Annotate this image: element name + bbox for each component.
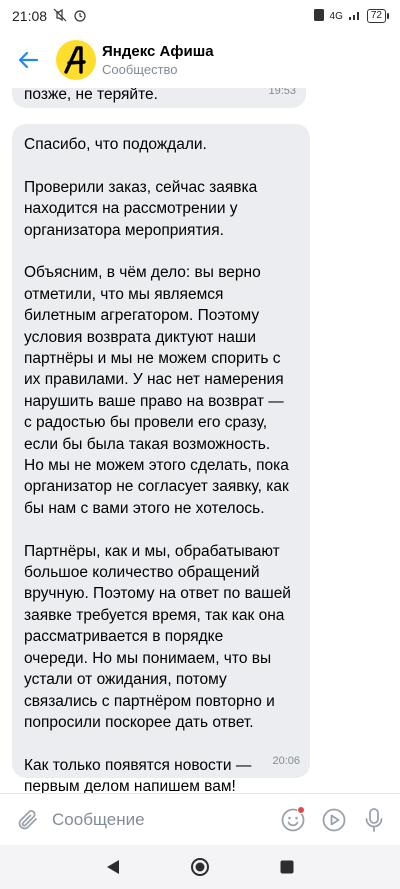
message-paragraph: Проверили заказ, сейчас заявка находится… [24, 178, 258, 239]
notification-dot [297, 805, 306, 814]
message-time: 19:53 [268, 88, 296, 97]
battery-level: 72 [370, 10, 382, 21]
voice-button[interactable] [354, 794, 394, 846]
status-right: 4G 72 [313, 8, 390, 25]
alarm-icon [73, 8, 87, 25]
nav-back-button[interactable] [93, 847, 133, 887]
message-time: 20:06 [272, 754, 300, 767]
nav-home-button[interactable] [180, 847, 220, 887]
message-bubble[interactable]: Спасибо, что подождали. Проверили заказ,… [12, 124, 310, 793]
back-button[interactable] [0, 32, 56, 88]
system-nav-bar [0, 845, 400, 889]
mute-icon [53, 8, 67, 25]
sim-icon [313, 8, 325, 25]
chat-title: Яндекс Афиша [102, 43, 214, 60]
battery-icon: 72 [366, 9, 390, 23]
sticker-button[interactable] [273, 794, 313, 846]
paperclip-icon [18, 809, 37, 829]
triangle-back-icon [107, 860, 120, 874]
title-wrap[interactable]: Яндекс Афиша Сообщество [102, 43, 214, 77]
circle-home-icon [190, 858, 209, 876]
message-text: позже, не теряйте. [24, 88, 158, 103]
message-composer [0, 793, 400, 845]
play-button[interactable] [313, 794, 353, 846]
microphone-icon [365, 807, 383, 832]
arrow-left-icon [18, 51, 39, 69]
signal-icon [348, 9, 362, 24]
message-paragraph: Партнёры, как и мы, обрабатывают большое… [24, 542, 291, 731]
afisha-logo-icon [64, 46, 86, 74]
signal-label: 4G [329, 10, 343, 22]
chat-subtitle: Сообщество [102, 62, 178, 77]
chat-header: Яндекс Афиша Сообщество [0, 32, 400, 88]
message-paragraph: Объясним, в чём дело: вы верно отметили,… [24, 264, 289, 517]
square-recents-icon [280, 860, 294, 874]
message-bubble[interactable]: позже, не теряйте. 19:53 [12, 88, 306, 108]
message-list[interactable]: позже, не теряйте. 19:53 Спасибо, что по… [0, 88, 400, 793]
status-left: 21:08 [12, 8, 87, 25]
play-icon [322, 808, 345, 831]
status-time: 21:08 [12, 8, 48, 24]
status-bar: 21:08 4G 72 [0, 0, 400, 32]
message-input[interactable] [52, 809, 274, 830]
message-paragraph: Спасибо, что подождали. [24, 136, 207, 153]
message-paragraph: Как только появятся новости — первым дел… [24, 756, 252, 793]
attach-button[interactable] [4, 794, 52, 846]
avatar[interactable] [56, 40, 96, 80]
nav-recents-button[interactable] [267, 847, 307, 887]
